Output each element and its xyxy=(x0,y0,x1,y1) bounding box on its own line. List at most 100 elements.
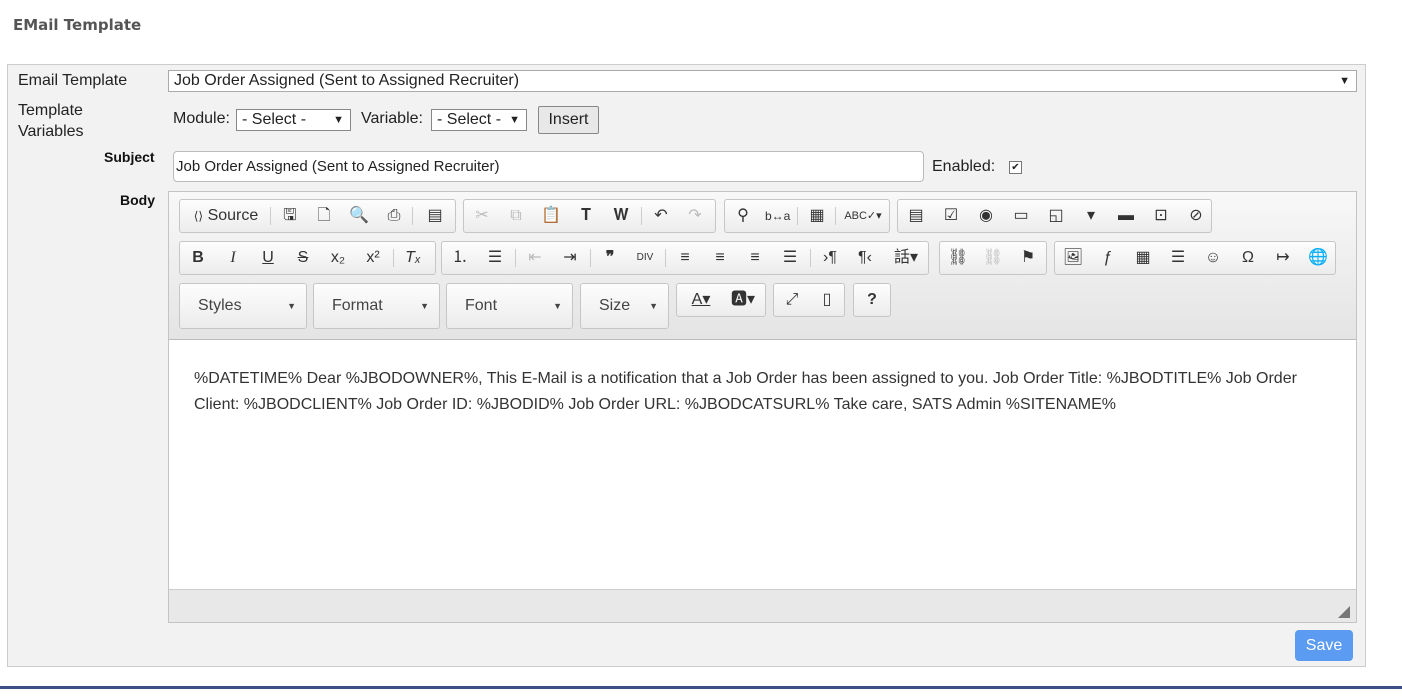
align-left-icon[interactable]: ≡ xyxy=(673,246,697,270)
preview-icon[interactable]: 🔍 xyxy=(347,204,371,228)
blockquote-icon[interactable]: ❞ xyxy=(598,246,622,270)
horizontal-rule-icon[interactable]: ☰ xyxy=(1166,246,1190,270)
subject-input[interactable]: Job Order Assigned (Sent to Assigned Rec… xyxy=(173,151,924,182)
help-icon[interactable]: ? xyxy=(860,288,884,312)
size-combo[interactable]: Size ▼ xyxy=(580,283,669,329)
save-button[interactable]: Save xyxy=(1295,630,1353,661)
flash-icon[interactable]: ƒ xyxy=(1096,246,1120,270)
replace-icon[interactable]: b↔a xyxy=(765,204,790,228)
source-label: Source xyxy=(207,207,259,224)
dropdown-arrow-icon: ▼ xyxy=(420,301,429,311)
copy-icon[interactable]: ⧉ xyxy=(504,204,528,228)
radio-icon[interactable]: ◉ xyxy=(974,204,998,228)
special-char-icon[interactable]: Ω xyxy=(1236,246,1260,270)
body-label: Body xyxy=(120,192,155,208)
dropdown-arrow-icon: ▼ xyxy=(649,301,658,311)
button-icon[interactable]: ▬ xyxy=(1114,204,1138,228)
table-icon[interactable]: ▦ xyxy=(1131,246,1155,270)
align-right-icon[interactable]: ≡ xyxy=(743,246,767,270)
toolbar-group-tools: ⤢ ▯ xyxy=(773,283,845,317)
text-field-icon[interactable]: ▭ xyxy=(1009,204,1033,228)
maximize-icon[interactable]: ⤢ xyxy=(780,288,804,312)
text-color-icon[interactable]: A▾ xyxy=(683,288,719,312)
anchor-icon[interactable]: ⚑ xyxy=(1016,246,1040,270)
editor-footer xyxy=(169,589,1356,622)
language-icon[interactable]: 話▾ xyxy=(888,246,924,270)
rich-text-editor: ⟨⟩ Source 🖫 🗋 🔍 ⎙ ▤ ✂ ⧉ 📋 𝐓 𝐖 ↶ ↷ ⚲ b↔a … xyxy=(168,191,1357,623)
print-icon[interactable]: ⎙ xyxy=(382,204,406,228)
select-all-icon[interactable]: ▦ xyxy=(805,204,829,228)
rtl-icon[interactable]: ¶‹ xyxy=(853,246,877,270)
paste-text-icon[interactable]: 𝐓 xyxy=(574,204,598,228)
strike-icon[interactable]: S xyxy=(291,246,315,270)
bg-color-icon[interactable]: 🅰▾ xyxy=(725,288,761,312)
dropdown-arrow-icon: ▼ xyxy=(509,114,520,126)
variable-select-value: - Select - xyxy=(437,111,502,128)
save-icon[interactable]: 🖫 xyxy=(278,204,302,228)
toolbar-group-insert: 🖼 ƒ ▦ ☰ ☺ Ω ↦ 🌐 xyxy=(1054,241,1336,275)
hidden-field-icon[interactable]: ⊘ xyxy=(1184,204,1208,228)
superscript-icon[interactable]: x² xyxy=(361,246,385,270)
form-icon[interactable]: ▤ xyxy=(904,204,928,228)
image-icon[interactable]: 🖼 xyxy=(1061,246,1085,270)
textarea-icon[interactable]: ◱ xyxy=(1044,204,1068,228)
remove-format-icon[interactable]: Tₓ xyxy=(401,246,425,270)
module-select-value: - Select - xyxy=(242,111,307,128)
email-template-form: Email Template Job Order Assigned (Sent … xyxy=(7,64,1366,667)
bold-icon[interactable]: B xyxy=(186,246,210,270)
styles-combo[interactable]: Styles ▼ xyxy=(179,283,307,329)
italic-icon[interactable]: I xyxy=(221,246,245,270)
page-break-icon[interactable]: ↦ xyxy=(1271,246,1295,270)
find-icon[interactable]: ⚲ xyxy=(731,204,755,228)
insert-button[interactable]: Insert xyxy=(538,106,599,134)
redo-icon[interactable]: ↷ xyxy=(683,204,707,228)
iframe-icon[interactable]: 🌐 xyxy=(1306,246,1330,270)
styles-combo-label: Styles xyxy=(198,297,242,314)
module-label: Module: xyxy=(173,110,230,127)
align-center-icon[interactable]: ≡ xyxy=(708,246,732,270)
format-combo[interactable]: Format ▼ xyxy=(313,283,440,329)
dropdown-arrow-icon: ▼ xyxy=(287,301,296,311)
unlink-icon[interactable]: ⛓ xyxy=(981,246,1005,270)
toolbar-group-paragraph: ⒈ ☰ ⇤ ⇥ ❞ DIV ≡ ≡ ≡ ☰ ›¶ ¶‹ 話▾ xyxy=(441,241,929,275)
subscript-icon[interactable]: x₂ xyxy=(326,246,350,270)
new-page-icon[interactable]: 🗋 xyxy=(312,204,336,228)
underline-icon[interactable]: U xyxy=(256,246,280,270)
email-template-select[interactable]: Job Order Assigned (Sent to Assigned Rec… xyxy=(168,70,1357,92)
format-combo-label: Format xyxy=(332,297,383,314)
link-icon[interactable]: ⛓ xyxy=(946,246,970,270)
enabled-checkbox[interactable]: ✔ xyxy=(1009,161,1022,174)
font-combo[interactable]: Font ▼ xyxy=(446,283,573,329)
email-template-value: Job Order Assigned (Sent to Assigned Rec… xyxy=(174,72,520,89)
size-combo-label: Size xyxy=(599,297,631,314)
paste-word-icon[interactable]: 𝐖 xyxy=(609,204,633,228)
toolbar-group-clipboard: ✂ ⧉ 📋 𝐓 𝐖 ↶ ↷ xyxy=(463,199,716,233)
bulleted-list-icon[interactable]: ☰ xyxy=(483,246,507,270)
resize-handle-icon[interactable] xyxy=(1338,606,1350,618)
spellcheck-icon[interactable]: ABC✓▾ xyxy=(843,204,883,228)
ltr-icon[interactable]: ›¶ xyxy=(818,246,842,270)
undo-icon[interactable]: ↶ xyxy=(649,204,673,228)
cut-icon[interactable]: ✂ xyxy=(470,204,494,228)
toolbar-group-forms: ▤ ☑ ◉ ▭ ◱ ▾ ▬ ⊡ ⊘ xyxy=(897,199,1212,233)
toolbar-group-basicstyles: B I U S x₂ x² Tₓ xyxy=(179,241,436,275)
variable-select[interactable]: - Select - ▼ xyxy=(431,109,527,131)
smiley-icon[interactable]: ☺ xyxy=(1201,246,1225,270)
create-div-icon[interactable]: DIV xyxy=(633,246,657,270)
checkbox-icon[interactable]: ☑ xyxy=(939,204,963,228)
align-justify-icon[interactable]: ☰ xyxy=(778,246,802,270)
paste-icon[interactable]: 📋 xyxy=(539,204,563,228)
outdent-icon[interactable]: ⇤ xyxy=(523,246,547,270)
select-field-icon[interactable]: ▾ xyxy=(1079,204,1103,228)
show-blocks-icon[interactable]: ▯ xyxy=(815,288,839,312)
module-select[interactable]: - Select - ▼ xyxy=(236,109,351,131)
templates-icon[interactable]: ▤ xyxy=(423,204,447,228)
numbered-list-icon[interactable]: ⒈ xyxy=(448,246,472,270)
source-button[interactable]: ⟨⟩ Source xyxy=(186,204,266,228)
editor-content[interactable]: %DATETIME% Dear %JBODOWNER%, This E-Mail… xyxy=(194,366,1334,418)
indent-icon[interactable]: ⇥ xyxy=(558,246,582,270)
variable-label: Variable: xyxy=(361,110,423,127)
image-button-icon[interactable]: ⊡ xyxy=(1149,204,1173,228)
toolbar-group-editing: ⚲ b↔a ▦ ABC✓▾ xyxy=(724,199,890,233)
toolbar-group-about: ? xyxy=(853,283,891,317)
